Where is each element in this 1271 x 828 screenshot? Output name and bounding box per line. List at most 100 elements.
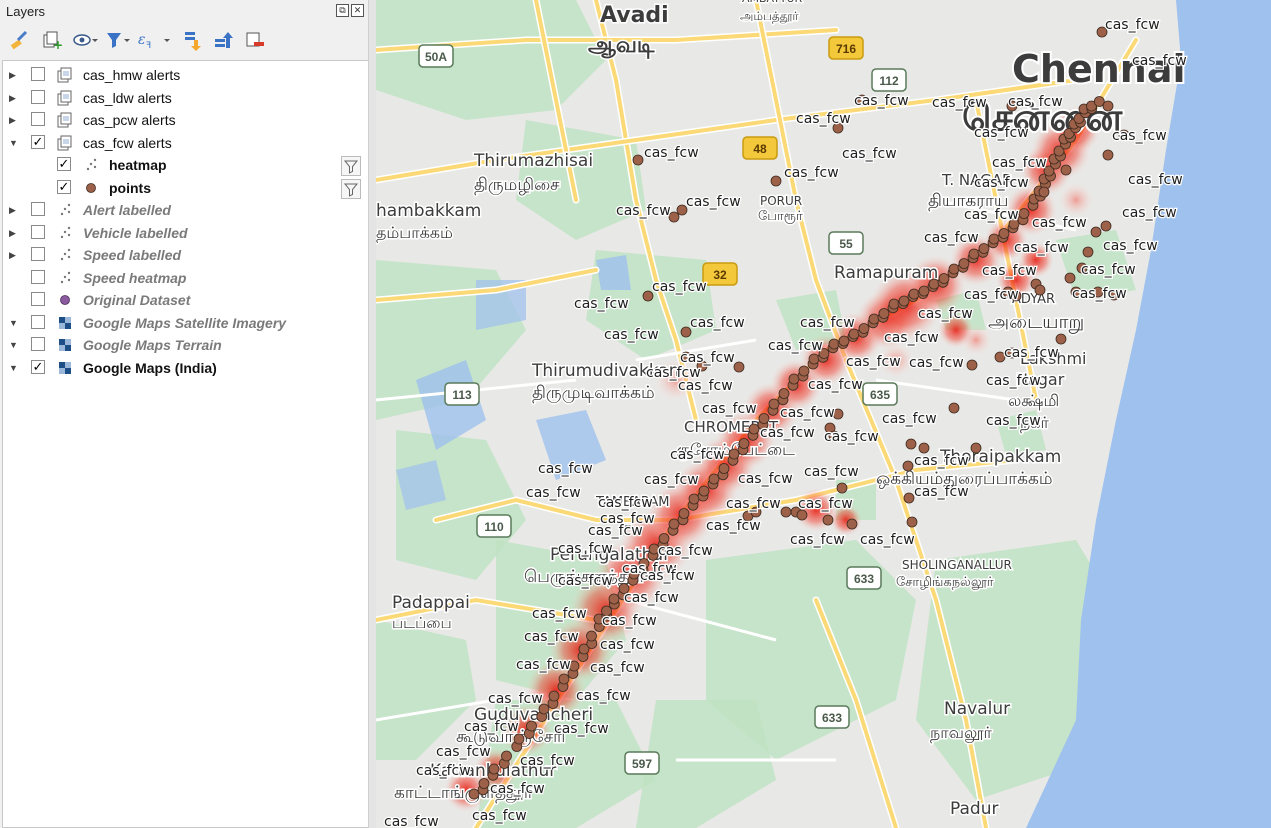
layer-row-cas-ldw-alerts[interactable]: ▶ cas_ldw alerts bbox=[3, 87, 369, 109]
alert-label: cas_fcw bbox=[768, 338, 823, 354]
alert-label: cas_fcw bbox=[678, 378, 733, 394]
map-canvas[interactable]: 50A 716 112 48 55 32 635 113 110 633 633 597 Avadi ஆ… bbox=[376, 0, 1271, 828]
alert-label: cas_fcw bbox=[490, 781, 545, 797]
alert-label: cas_fcw bbox=[600, 637, 655, 653]
alert-point bbox=[888, 298, 900, 310]
alert-label: cas_fcw bbox=[760, 425, 815, 441]
place-name-label: Padappai bbox=[392, 593, 470, 613]
alert-label: cas_fcw bbox=[1014, 240, 1069, 256]
layer-visibility-checkbox[interactable]: ✓ bbox=[31, 359, 45, 374]
alert-label: cas_fcw bbox=[992, 155, 1047, 171]
alert-label: cas_fcw bbox=[686, 194, 741, 210]
expand-arrow-right-icon[interactable]: ▶ bbox=[9, 109, 19, 131]
alert-point bbox=[718, 463, 730, 474]
alert-label: cas_fcw bbox=[854, 93, 909, 109]
layer-row-speed-labelled[interactable]: ▶ Speed labelled bbox=[3, 244, 369, 266]
layer-row-heatmap[interactable]: ✓ heatmap bbox=[3, 154, 369, 176]
float-panel-icon[interactable]: ⧉ bbox=[336, 4, 349, 17]
layer-visibility-checkbox[interactable]: ✓ bbox=[57, 157, 71, 171]
alert-label: cas_fcw bbox=[796, 111, 851, 127]
expand-arrow-right-icon[interactable]: ▶ bbox=[9, 199, 19, 221]
road-shield-number: 112 bbox=[879, 74, 899, 88]
place-name-label: திருமழிசை bbox=[474, 175, 560, 195]
visibility-eye-icon[interactable] bbox=[72, 28, 98, 52]
filter-funnel-icon[interactable] bbox=[104, 28, 130, 52]
alert-label: cas_fcw bbox=[738, 471, 793, 487]
layer-visibility-checkbox[interactable] bbox=[31, 269, 45, 284]
alert-label: cas_fcw bbox=[588, 523, 643, 539]
alert-point bbox=[1082, 246, 1094, 258]
alert-label: cas_fcw bbox=[964, 287, 1019, 303]
place-name-label: சோழிங்கநல்லூர் bbox=[896, 575, 994, 590]
expand-arrow-down-icon[interactable]: ▼ bbox=[9, 334, 19, 356]
alert-point bbox=[1100, 220, 1112, 232]
layer-visibility-checkbox[interactable] bbox=[31, 112, 45, 126]
place-name-label: திருமுடிவாக்கம் bbox=[532, 383, 655, 403]
layer-visibility-checkbox[interactable] bbox=[31, 247, 45, 261]
layer-group-icon bbox=[56, 111, 74, 129]
layer-visibility-checkbox[interactable]: ✓ bbox=[31, 134, 45, 149]
alert-label: cas_fcw bbox=[1081, 262, 1136, 278]
layer-visibility-checkbox[interactable] bbox=[31, 89, 45, 104]
layer-visibility-checkbox[interactable]: ✓ bbox=[57, 179, 71, 194]
place-name-label: Avadi bbox=[600, 3, 669, 28]
alert-point bbox=[688, 493, 700, 505]
place-name-label: போரூர் bbox=[758, 209, 803, 224]
point-symbol-dots-icon bbox=[56, 224, 74, 242]
alert-point bbox=[708, 473, 720, 485]
expand-arrow-down-icon[interactable]: ▼ bbox=[9, 132, 19, 154]
style-brush-icon[interactable] bbox=[8, 28, 30, 52]
panel-splitter[interactable] bbox=[368, 0, 376, 828]
expand-arrow-down-icon[interactable]: ▼ bbox=[9, 312, 19, 334]
layer-row-cas-fcw-alerts[interactable]: ▼ ✓ cas_fcw alerts bbox=[3, 132, 369, 154]
layer-row-google-maps-terrain[interactable]: ▼ Google Maps Terrain bbox=[3, 334, 369, 356]
layer-visibility-checkbox[interactable] bbox=[31, 314, 45, 329]
expand-arrow-right-icon[interactable]: ▶ bbox=[9, 64, 19, 86]
raster-tile-icon bbox=[56, 336, 74, 354]
layer-row-vehicle-labelled[interactable]: ▶ Vehicle labelled bbox=[3, 222, 369, 244]
layer-row-cas-pcw-alerts[interactable]: ▶ cas_pcw alerts bbox=[3, 109, 369, 131]
collapse-all-icon[interactable] bbox=[212, 28, 234, 52]
layer-group-icon bbox=[56, 89, 74, 107]
filter-funnel-icon[interactable] bbox=[341, 156, 361, 176]
layer-row-google-maps-india[interactable]: ▼ ✓ Google Maps (India) bbox=[3, 357, 369, 379]
alert-point bbox=[938, 273, 950, 284]
alert-label: cas_fcw bbox=[804, 464, 859, 480]
alert-label: cas_fcw bbox=[384, 814, 439, 828]
layer-row-original-dataset[interactable]: Original Dataset bbox=[3, 289, 369, 311]
alert-point bbox=[1064, 272, 1076, 284]
alert-label: cas_fcw bbox=[808, 377, 863, 393]
layer-row-cas-hmw-alerts[interactable]: ▶ cas_hmw alerts bbox=[3, 64, 369, 86]
road-shield: 633 bbox=[846, 566, 882, 590]
close-panel-icon[interactable]: ✕ bbox=[351, 4, 364, 17]
point-symbol-dots-icon bbox=[82, 156, 100, 174]
expand-all-icon[interactable] bbox=[182, 28, 204, 52]
alert-point bbox=[1018, 208, 1030, 219]
layer-visibility-checkbox[interactable] bbox=[31, 224, 45, 239]
road-shield-number: 32 bbox=[713, 268, 727, 282]
expand-arrow-right-icon[interactable]: ▶ bbox=[9, 222, 19, 244]
layer-visibility-checkbox[interactable] bbox=[31, 67, 45, 81]
layer-visibility-checkbox[interactable] bbox=[31, 337, 45, 351]
layer-row-points[interactable]: ✓ points bbox=[3, 177, 369, 199]
expand-arrow-down-icon[interactable]: ▼ bbox=[9, 357, 19, 379]
remove-layer-icon[interactable] bbox=[244, 28, 266, 52]
place-name-label: AMBATTUR bbox=[742, 0, 803, 5]
alert-label: cas_fcw bbox=[616, 203, 671, 219]
add-group-icon[interactable]: + bbox=[40, 28, 63, 52]
expression-filter-icon[interactable]: εꟻ bbox=[136, 28, 170, 52]
road-shield-number: 716 bbox=[836, 42, 856, 56]
layer-row-alert-labelled[interactable]: ▶ Alert labelled bbox=[3, 199, 369, 221]
alert-label: cas_fcw bbox=[974, 175, 1029, 191]
filter-funnel-icon[interactable] bbox=[341, 178, 361, 199]
layer-visibility-checkbox[interactable] bbox=[31, 202, 45, 216]
expand-arrow-right-icon[interactable]: ▶ bbox=[9, 244, 19, 266]
layer-row-google-maps-satellite-imagery[interactable]: ▼ Google Maps Satellite Imagery bbox=[3, 312, 369, 334]
alert-label: cas_fcw bbox=[602, 613, 657, 629]
place-name-label: ஆவடி bbox=[588, 33, 655, 59]
layer-visibility-checkbox[interactable] bbox=[31, 292, 45, 306]
alert-point bbox=[905, 438, 917, 450]
layer-label: Google Maps Satellite Imagery bbox=[83, 314, 287, 331]
layer-row-speed-heatmap[interactable]: Speed heatmap bbox=[3, 267, 369, 289]
expand-arrow-right-icon[interactable]: ▶ bbox=[9, 87, 19, 109]
